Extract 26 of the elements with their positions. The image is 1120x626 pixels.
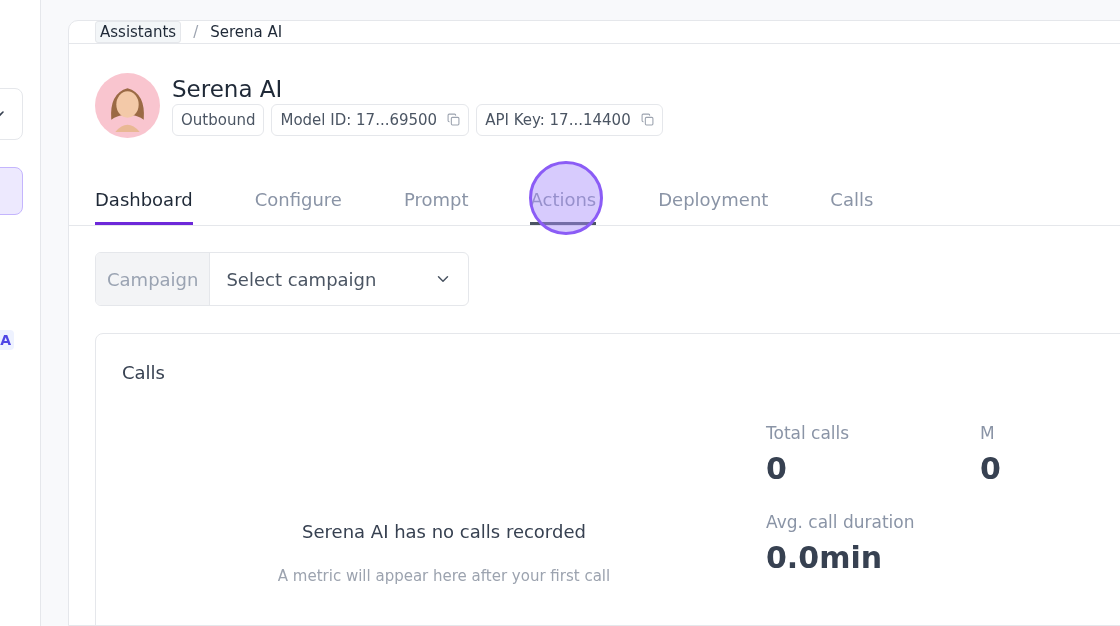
tab[interactable]: Configure: [254, 189, 342, 225]
breadcrumb-current: Serena AI: [210, 23, 283, 41]
sidebar-badge: A: [0, 330, 14, 350]
stat-label: Total calls: [766, 423, 851, 443]
empty-text: A metric will appear here after your first call: [277, 567, 611, 585]
tab[interactable]: Calls: [830, 189, 874, 225]
stat-label: M: [980, 423, 996, 443]
tag-label: Model ID: 17...69500: [280, 110, 438, 129]
breadcrumb-link[interactable]: Assistants: [95, 21, 182, 43]
stat-value: 0: [980, 451, 1002, 486]
campaign-select[interactable]: Campaign Select campaign: [95, 252, 469, 306]
tab[interactable]: Actions: [530, 189, 597, 225]
tab[interactable]: Dashboard: [95, 189, 193, 225]
select-placeholder: Select campaign: [226, 268, 377, 290]
stat-value: 0: [766, 451, 788, 486]
tab[interactable]: Deployment: [658, 189, 769, 225]
tab[interactable]: Prompt: [403, 189, 469, 225]
tag-label: Outbound: [181, 110, 256, 129]
campaign-label: Campaign: [96, 253, 211, 305]
breadcrumb-separator: /: [193, 23, 199, 41]
empty-title: Serena AI has no calls recorded: [302, 521, 586, 542]
tag-label: API Key: 17...14400: [485, 110, 631, 129]
assistant-name: Serena AI: [172, 75, 284, 102]
stat-label: Avg. call duration: [766, 512, 916, 532]
card-title: Calls: [122, 362, 166, 383]
stat-value: 0.0min: [766, 540, 884, 575]
